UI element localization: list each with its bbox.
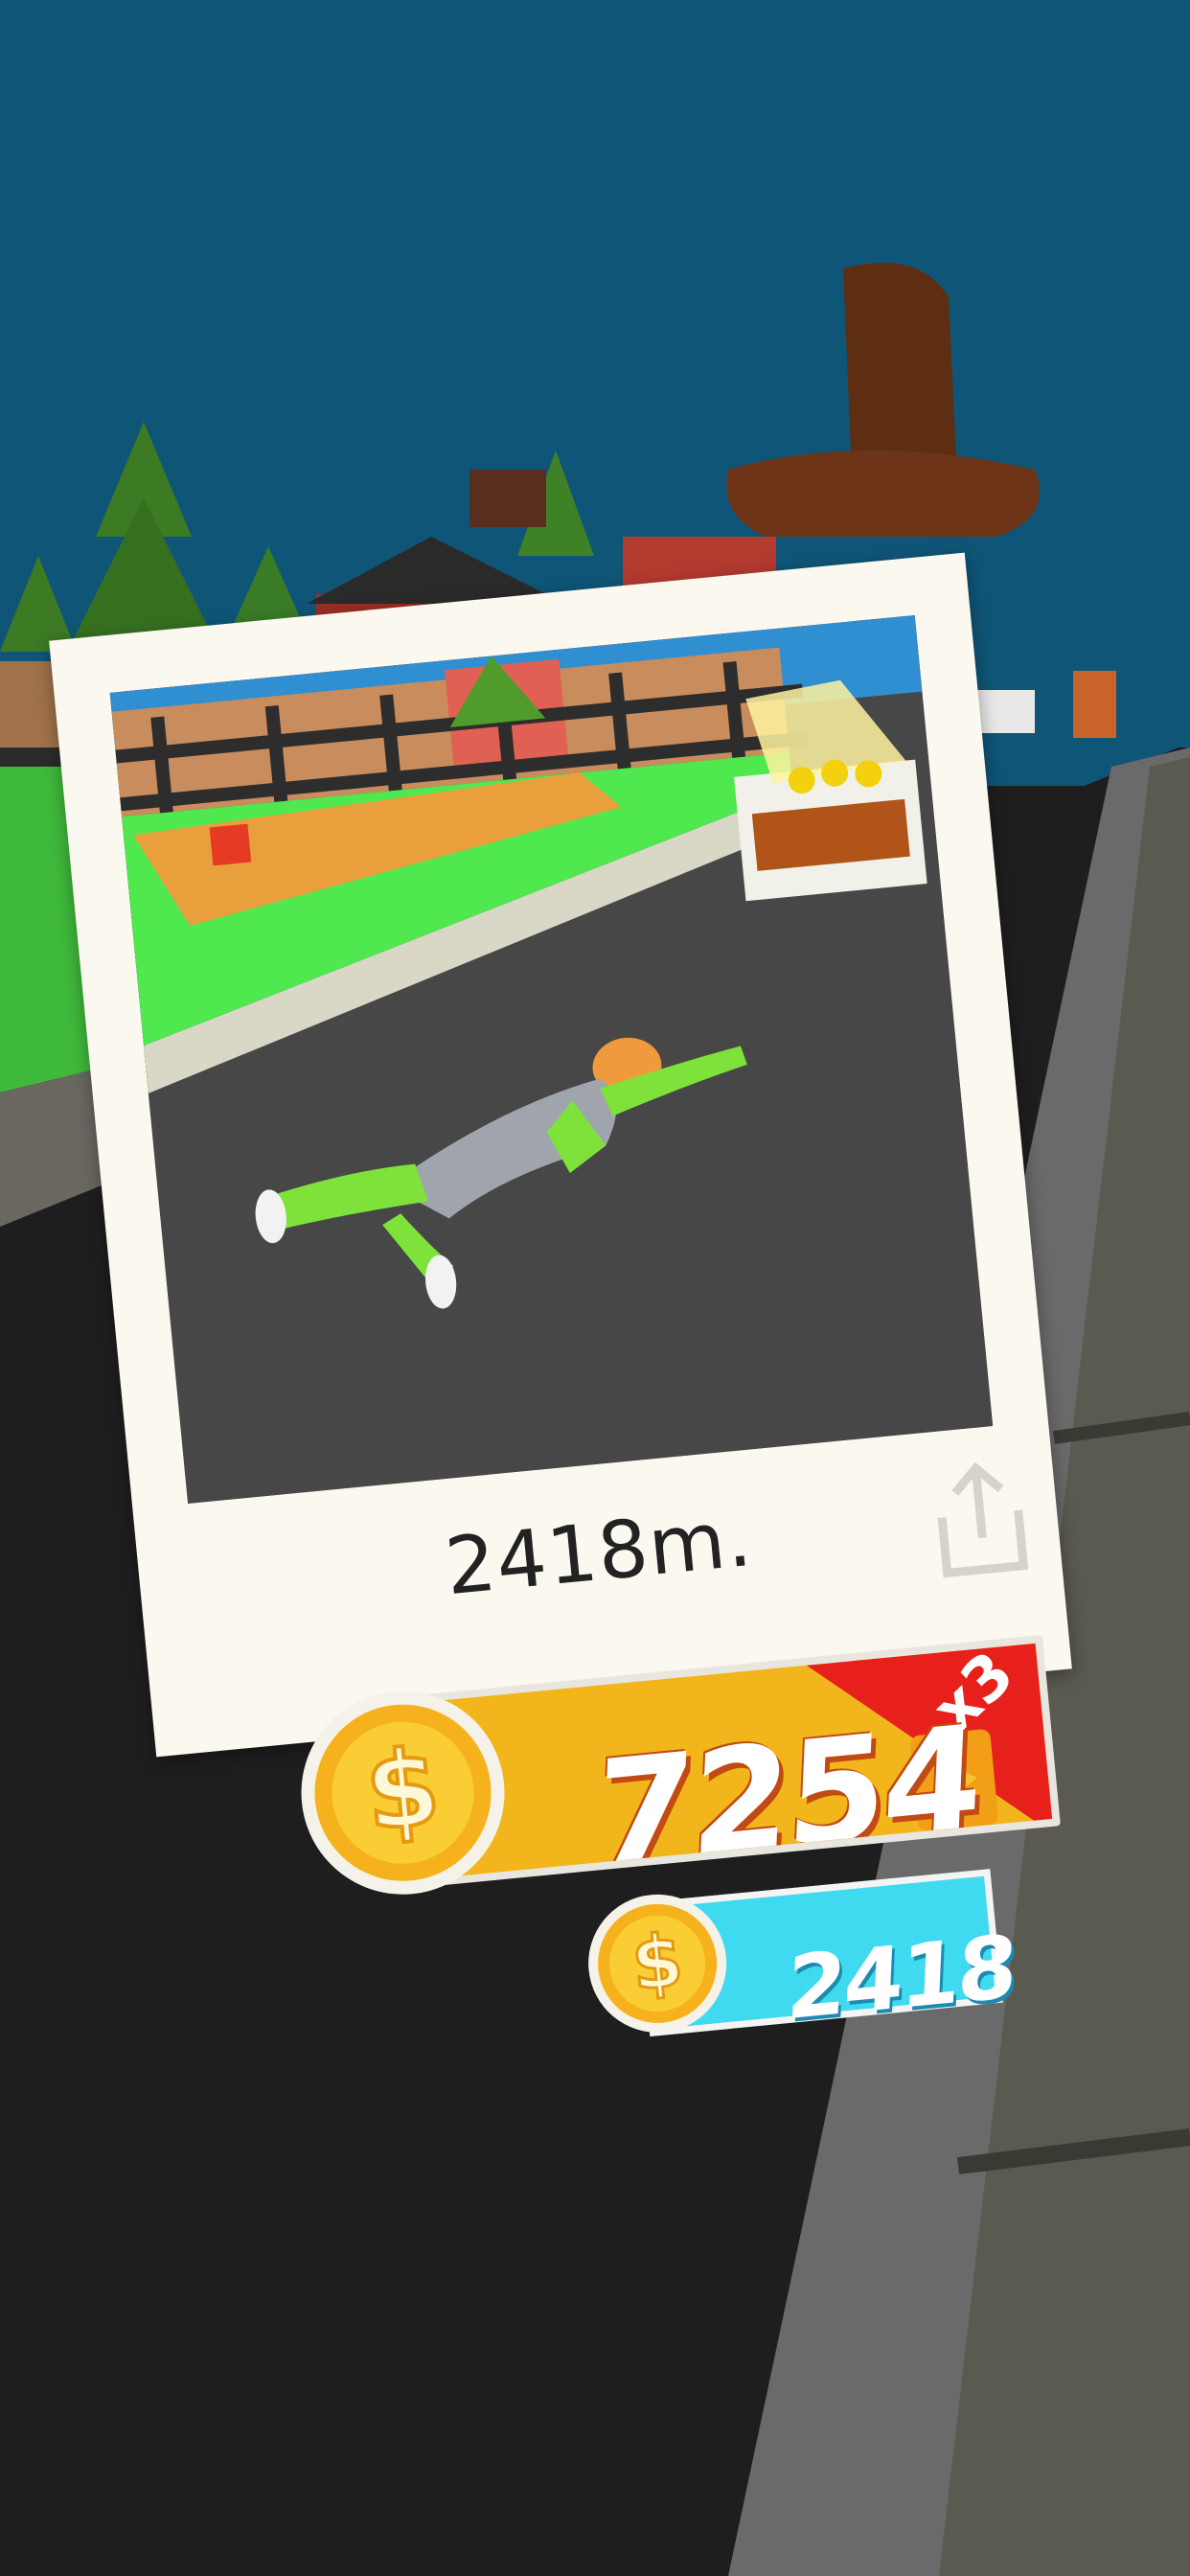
- share-button[interactable]: [917, 1451, 1043, 1586]
- claim-base-reward-button[interactable]: 2418 $: [584, 1850, 1017, 2041]
- photo-scene: [109, 614, 994, 1504]
- svg-text:$: $: [360, 1725, 445, 1854]
- share-icon: [937, 1461, 1029, 1578]
- base-reward-amount: 2418: [785, 1916, 1018, 2040]
- result-photo-card: 2418m.: [49, 552, 1072, 1758]
- svg-text:$: $: [628, 1918, 686, 2008]
- ragdoll-photo: [109, 614, 994, 1504]
